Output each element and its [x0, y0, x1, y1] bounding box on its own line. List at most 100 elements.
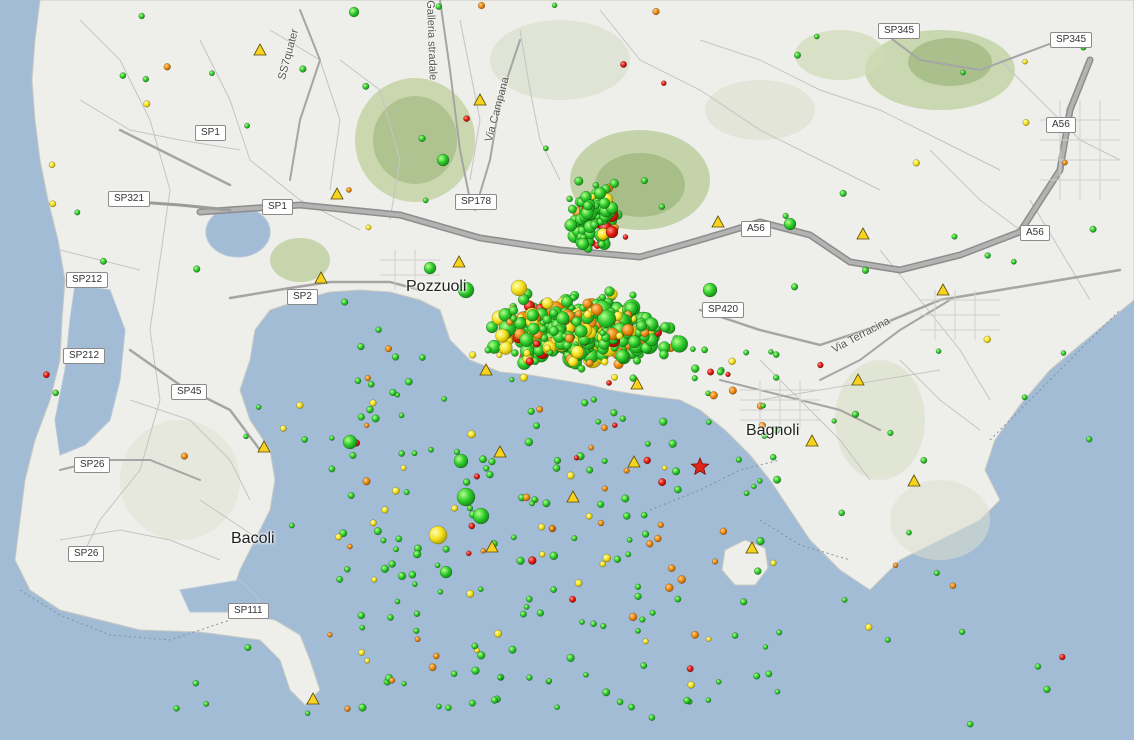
earthquake-marker[interactable] [550, 586, 558, 594]
earthquake-marker[interactable] [484, 346, 492, 354]
earthquake-marker[interactable] [776, 629, 783, 636]
earthquake-marker[interactable] [523, 603, 530, 610]
earthquake-marker[interactable] [566, 471, 575, 480]
earthquake-marker[interactable] [731, 632, 739, 639]
earthquake-marker[interactable] [677, 575, 686, 584]
earthquake-marker[interactable] [1061, 159, 1068, 166]
earthquake-marker[interactable] [1022, 119, 1030, 126]
earthquake-marker[interactable] [468, 522, 476, 530]
earthquake-marker[interactable] [391, 353, 400, 361]
earthquake-marker[interactable] [428, 525, 448, 545]
earthquake-marker[interactable] [884, 636, 891, 643]
earthquake-marker[interactable] [173, 705, 180, 712]
earthquake-marker[interactable] [542, 499, 551, 508]
earthquake-marker[interactable] [705, 697, 712, 703]
earthquake-marker[interactable] [327, 631, 333, 638]
earthquake-marker[interactable] [635, 627, 641, 634]
earthquake-marker[interactable] [553, 456, 562, 465]
earthquake-marker[interactable] [388, 560, 396, 568]
earthquake-marker[interactable] [599, 329, 607, 337]
earthquake-marker[interactable] [529, 500, 535, 507]
earthquake-marker[interactable] [590, 220, 599, 229]
earthquake-marker[interactable] [301, 436, 309, 443]
earthquake-marker[interactable] [690, 364, 700, 373]
earthquake-marker[interactable] [541, 297, 554, 310]
earthquake-marker[interactable] [536, 405, 544, 413]
earthquake-marker[interactable] [644, 440, 651, 447]
earthquake-marker[interactable] [466, 505, 474, 512]
earthquake-marker[interactable] [620, 60, 627, 68]
earthquake-marker[interactable] [740, 598, 748, 606]
earthquake-marker[interactable] [984, 252, 991, 259]
earthquake-marker[interactable] [760, 402, 767, 409]
earthquake-marker[interactable] [400, 464, 407, 471]
earthquake-marker[interactable] [574, 324, 588, 338]
earthquake-marker[interactable] [604, 286, 615, 297]
earthquake-marker[interactable] [472, 507, 490, 525]
earthquake-marker[interactable] [674, 595, 682, 603]
earthquake-marker[interactable] [466, 589, 475, 598]
earthquake-marker[interactable] [526, 674, 533, 681]
earthquake-marker[interactable] [597, 519, 605, 527]
earthquake-marker[interactable] [582, 298, 593, 309]
earthquake-marker[interactable] [765, 670, 773, 678]
earthquake-marker[interactable] [567, 204, 577, 214]
earthquake-marker[interactable] [599, 560, 607, 568]
earthquake-marker[interactable] [646, 540, 654, 548]
earthquake-marker[interactable] [193, 265, 201, 273]
earthquake-marker[interactable] [564, 333, 574, 343]
earthquake-marker[interactable] [519, 610, 527, 618]
earthquake-marker[interactable] [1060, 350, 1067, 356]
earthquake-marker[interactable] [705, 636, 712, 642]
earthquake-marker[interactable] [613, 555, 622, 564]
earthquake-marker[interactable] [413, 627, 420, 634]
earthquake-marker[interactable] [525, 357, 535, 366]
earthquake-marker[interactable] [743, 490, 750, 497]
earthquake-marker[interactable] [659, 321, 671, 333]
earthquake-marker[interactable] [912, 159, 920, 167]
earthquake-marker[interactable] [933, 569, 940, 577]
earthquake-marker[interactable] [711, 558, 719, 565]
earthquake-marker[interactable] [527, 407, 535, 416]
earthquake-marker[interactable] [192, 679, 200, 687]
earthquake-marker[interactable] [342, 434, 358, 450]
earthquake-marker[interactable] [364, 657, 371, 664]
earthquake-marker[interactable] [549, 525, 555, 532]
earthquake-marker[interactable] [762, 644, 769, 650]
earthquake-marker[interactable] [660, 80, 667, 87]
earthquake-marker[interactable] [606, 379, 612, 386]
earthquake-marker[interactable] [851, 410, 860, 418]
earthquake-marker[interactable] [600, 358, 609, 366]
earthquake-marker[interactable] [887, 429, 894, 437]
earthquake-marker[interactable] [42, 371, 50, 379]
earthquake-marker[interactable] [556, 311, 570, 325]
earthquake-marker[interactable] [336, 575, 344, 583]
earthquake-marker[interactable] [347, 491, 355, 500]
earthquake-marker[interactable] [715, 678, 722, 685]
earthquake-marker[interactable] [397, 571, 407, 581]
earthquake-marker[interactable] [542, 314, 552, 325]
earthquake-marker[interactable] [1085, 435, 1093, 443]
earthquake-marker[interactable] [357, 611, 366, 620]
earthquake-marker[interactable] [362, 477, 371, 486]
earthquake-marker[interactable] [906, 529, 912, 536]
earthquake-marker[interactable] [391, 486, 400, 495]
earthquake-marker[interactable] [525, 595, 533, 603]
earthquake-marker[interactable] [1022, 58, 1028, 65]
earthquake-marker[interactable] [1021, 394, 1028, 401]
earthquake-marker[interactable] [600, 622, 607, 630]
earthquake-marker[interactable] [702, 282, 718, 298]
earthquake-marker[interactable] [609, 178, 620, 189]
earthquake-marker[interactable] [640, 176, 649, 185]
earthquake-marker[interactable] [341, 298, 349, 306]
earthquake-marker[interactable] [566, 195, 573, 203]
earthquake-marker[interactable] [616, 698, 624, 706]
earthquake-marker[interactable] [371, 414, 380, 423]
earthquake-marker[interactable] [670, 335, 689, 353]
earthquake-marker[interactable] [411, 450, 418, 457]
earthquake-marker[interactable] [756, 478, 763, 484]
earthquake-marker[interactable] [462, 478, 471, 486]
earthquake-marker[interactable] [488, 458, 496, 466]
earthquake-marker[interactable] [583, 310, 592, 319]
earthquake-marker[interactable] [590, 303, 603, 316]
